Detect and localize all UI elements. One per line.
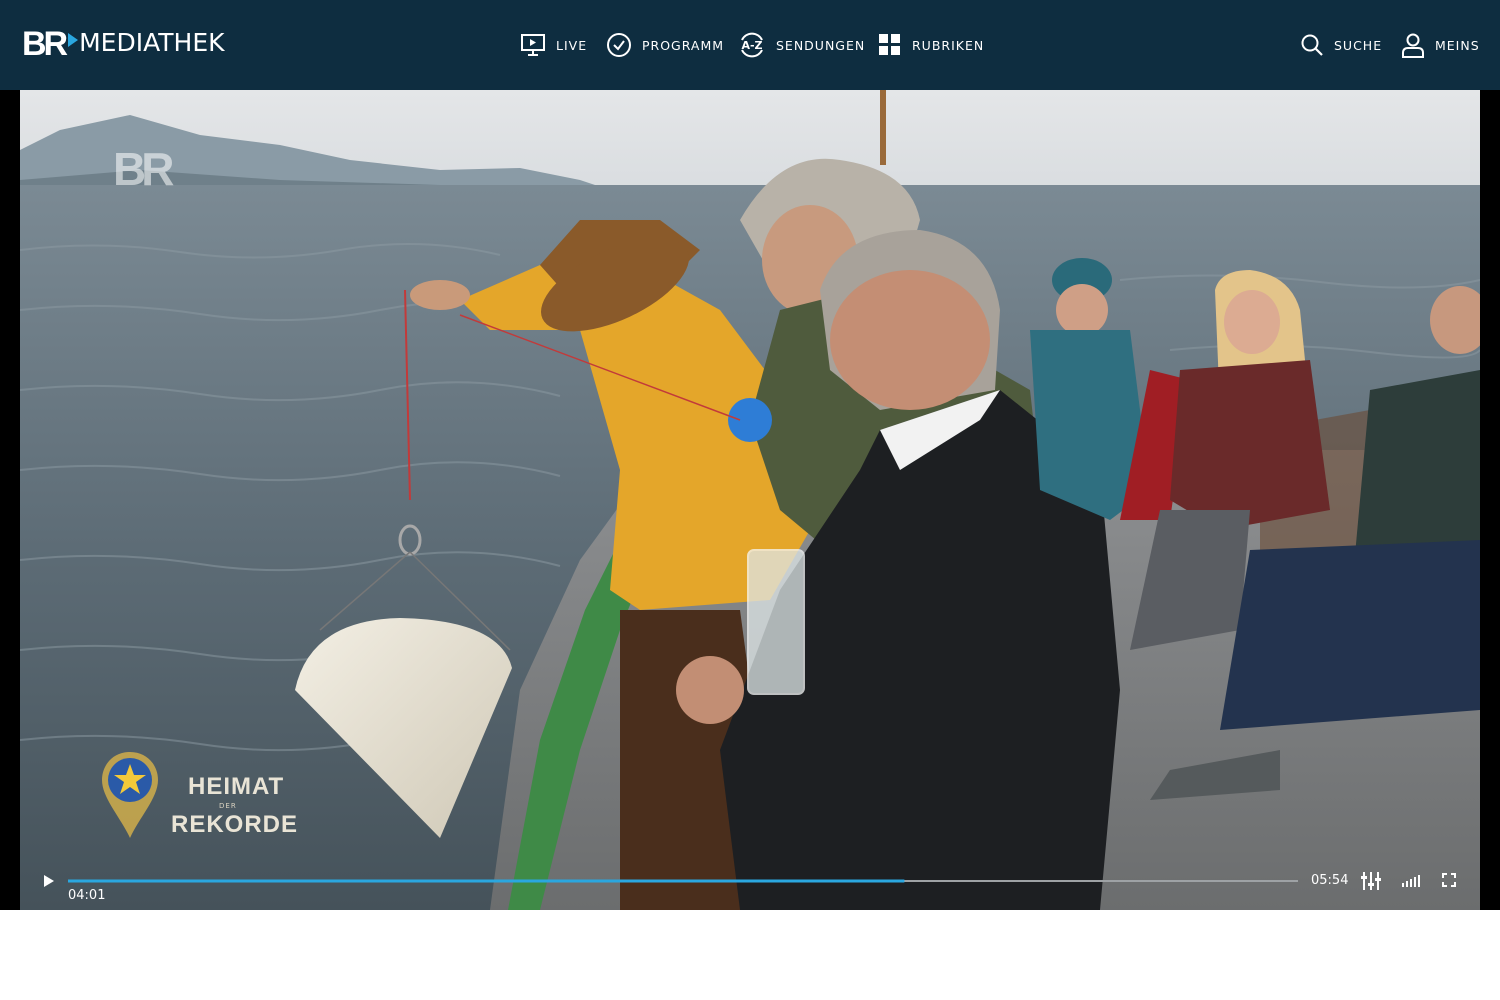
nav-rubriken-label: RUBRIKEN — [912, 37, 985, 53]
nav-suche[interactable]: SUCHE — [1300, 30, 1382, 60]
nav-live[interactable]: LIVE — [520, 30, 587, 60]
nav-suche-label: SUCHE — [1334, 37, 1383, 53]
top-navigation-bar: BR MEDIATHEK LIVE PROGRAMM A-Z SENDUNGEN — [0, 0, 1500, 90]
play-icon[interactable] — [43, 875, 55, 887]
fullscreen-icon[interactable] — [1442, 873, 1456, 887]
nav-rubriken[interactable]: RUBRIKEN — [878, 30, 984, 60]
show-logo-rekorde: REKORDE — [171, 811, 299, 838]
player-controls: 04:01 05:54 — [0, 860, 1500, 910]
logo-mediathek-text: MEDIATHEK — [79, 27, 225, 57]
video-player[interactable]: BR HEIMAT DER REKORDE 04:01 05:54 — [0, 90, 1500, 910]
nav-meins-label: MEINS — [1435, 37, 1480, 53]
nav-programm[interactable]: PROGRAMM — [606, 30, 724, 60]
duration: 05:54 — [1311, 873, 1349, 888]
nav-live-label: LIVE — [556, 37, 588, 53]
settings-sliders-icon[interactable] — [1361, 871, 1381, 891]
a-z-icon: A-Z — [741, 32, 763, 58]
search-icon — [1301, 34, 1323, 56]
show-logo-der: DER — [219, 802, 237, 810]
nav-programm-label: PROGRAMM — [642, 37, 725, 53]
nav-meins[interactable]: MEINS — [1401, 30, 1480, 60]
br-mediathek-logo[interactable]: BR MEDIATHEK — [22, 24, 225, 64]
video-frame[interactable]: BR HEIMAT DER REKORDE — [20, 90, 1480, 910]
grid-icon — [879, 34, 900, 55]
svg-text:A-Z: A-Z — [741, 39, 762, 52]
br-watermark: BR — [113, 143, 174, 195]
show-logo-heimat: HEIMAT — [188, 773, 285, 800]
logo-br-text: BR — [22, 25, 68, 63]
progress-bar[interactable] — [68, 878, 1298, 884]
user-icon — [1402, 33, 1424, 58]
progress-bar-fill — [68, 879, 905, 883]
monitor-play-icon — [521, 34, 545, 56]
logo-triangle-icon — [68, 33, 79, 47]
nav-sendungen-label: SENDUNGEN — [776, 37, 866, 53]
nav-sendungen[interactable]: A-Z SENDUNGEN — [738, 30, 865, 60]
current-time: 04:01 — [68, 888, 106, 903]
clock-icon — [607, 33, 631, 57]
pin-star-icon — [102, 752, 158, 838]
volume-icon[interactable] — [1401, 873, 1421, 887]
